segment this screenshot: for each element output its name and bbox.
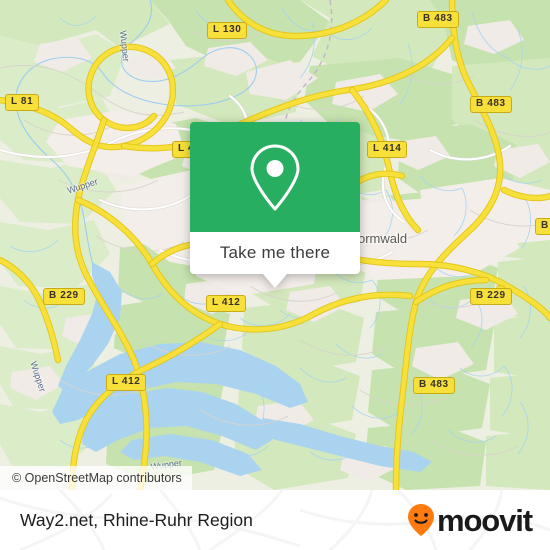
road-shield-b483-south[interactable]: B 483 (413, 377, 455, 394)
popup-pointer (263, 274, 287, 288)
road-shield-b229-west[interactable]: B 229 (43, 288, 85, 305)
road-shield-l81[interactable]: L 81 (5, 94, 40, 111)
map-pin-icon (250, 144, 300, 211)
take-me-there-button[interactable]: Take me there (190, 232, 360, 288)
road-shield-l412-lower[interactable]: L 412 (106, 374, 147, 391)
footer-bar: Way2.net, Rhine-Ruhr Region moovit (0, 490, 550, 550)
road-shield-b4-partial[interactable]: B 4 (535, 218, 550, 235)
road-shield-b483-north[interactable]: B 483 (417, 11, 459, 28)
road-shield-l414[interactable]: L 414 (367, 141, 408, 158)
road-shield-b483-east[interactable]: B 483 (470, 96, 512, 113)
map-viewport[interactable]: .land { fill:#eeefe3; } .green1 { fill:#… (0, 0, 550, 490)
map-screenshot: .land { fill:#eeefe3; } .green1 { fill:#… (0, 0, 550, 550)
popup-icon-area (190, 122, 360, 232)
road-shield-l130[interactable]: L 130 (207, 22, 248, 39)
moovit-wordmark: moovit (436, 502, 533, 538)
moovit-logo[interactable]: moovit (407, 490, 533, 550)
take-me-there-label: Take me there (219, 243, 331, 262)
road-shield-b229-east[interactable]: B 229 (470, 288, 512, 305)
destination-popup-card[interactable]: Take me there (190, 122, 360, 288)
moovit-pin-icon (407, 504, 434, 536)
page-title: Way2.net, Rhine-Ruhr Region (20, 509, 253, 530)
osm-attribution[interactable]: © OpenStreetMap contributors (0, 466, 192, 490)
road-shield-l412-upper[interactable]: L 412 (206, 295, 247, 312)
place-label-ormwald: ormwald (358, 231, 408, 246)
